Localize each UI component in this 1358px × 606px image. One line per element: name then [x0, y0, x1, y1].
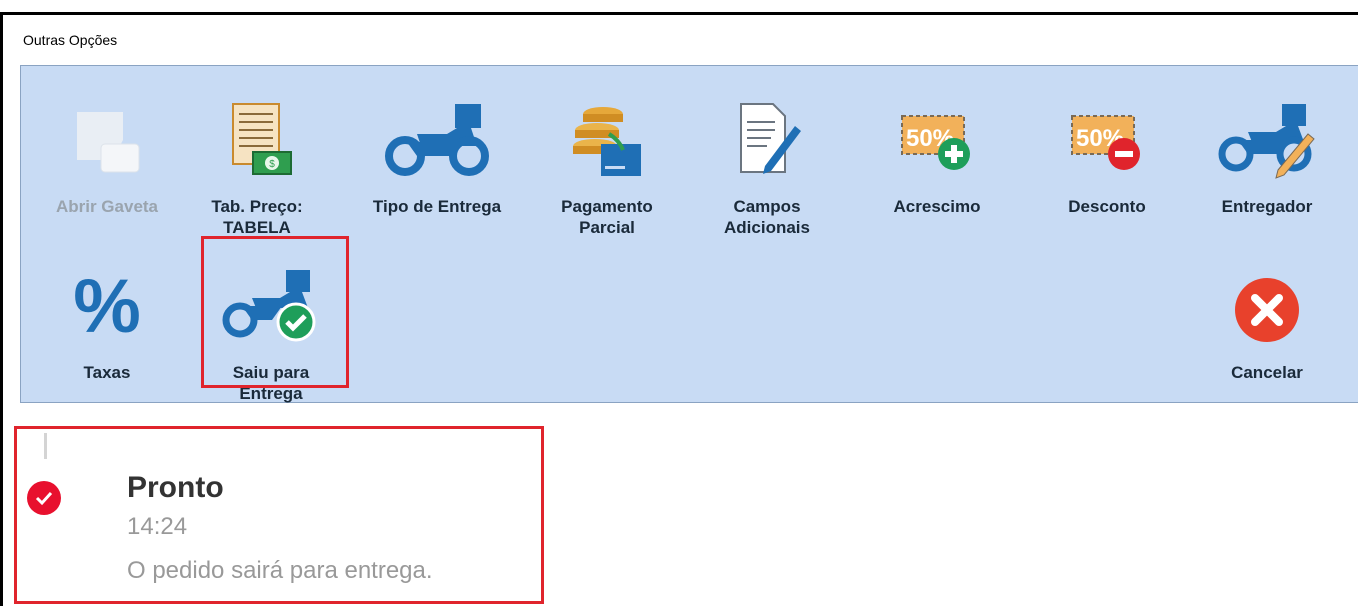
- status-description: O pedido sairá para entrega.: [127, 557, 433, 584]
- cancelar-button[interactable]: Cancelar: [1197, 256, 1337, 406]
- courier-edit-icon: [1197, 90, 1337, 190]
- acrescimo-label: Acrescimo: [893, 197, 981, 216]
- abrir-gaveta-label: Abrir Gaveta: [55, 197, 159, 216]
- dialog-title: Outras Opções: [23, 32, 118, 48]
- campos-adicionais-label: Campos Adicionais: [724, 197, 810, 237]
- acrescimo-button[interactable]: 50% Acrescimo: [867, 90, 1007, 240]
- svg-text:%: %: [73, 266, 141, 346]
- entregador-label: Entregador: [1221, 197, 1313, 216]
- svg-text:$: $: [269, 159, 275, 170]
- percent-icon: %: [37, 256, 177, 356]
- order-status-card: Pronto 14:24 O pedido sairá para entrega…: [14, 426, 544, 604]
- cancel-x-icon: [1197, 256, 1337, 356]
- delivery-motorcycle-icon: [367, 90, 507, 190]
- discount-50-minus-icon: 50%: [1037, 90, 1177, 190]
- timeline-connector: [44, 433, 47, 459]
- cancelar-label: Cancelar: [1231, 363, 1303, 382]
- tab-preco-button[interactable]: $ Tab. Preço: TABELA: [187, 90, 327, 240]
- tab-preco-label: Tab. Preço: TABELA: [211, 197, 303, 237]
- tipo-entrega-button[interactable]: Tipo de Entrega: [367, 90, 507, 240]
- entregador-button[interactable]: Entregador: [1197, 90, 1337, 240]
- status-time: 14:24: [127, 513, 188, 540]
- check-circle-icon: [27, 481, 61, 515]
- pagamento-parcial-label: Pagamento Parcial: [561, 197, 653, 237]
- tipo-entrega-label: Tipo de Entrega: [372, 197, 502, 216]
- desconto-label: Desconto: [1068, 197, 1146, 216]
- taxas-button[interactable]: % Taxas: [37, 256, 177, 406]
- status-title: Pronto: [127, 471, 224, 504]
- document-edit-icon: [697, 90, 837, 190]
- partial-payment-icon: [537, 90, 677, 190]
- campos-adicionais-button[interactable]: Campos Adicionais: [697, 90, 837, 240]
- price-table-icon: $: [187, 90, 327, 190]
- surcharge-50-plus-icon: 50%: [867, 90, 1007, 190]
- taxas-label: Taxas: [83, 363, 131, 382]
- pagamento-parcial-button[interactable]: Pagamento Parcial: [537, 90, 677, 240]
- cash-drawer-icon: [37, 90, 177, 190]
- abrir-gaveta-button[interactable]: Abrir Gaveta: [37, 90, 177, 240]
- saiu-para-entrega-highlight: [201, 236, 349, 388]
- desconto-button[interactable]: 50% Desconto: [1037, 90, 1177, 240]
